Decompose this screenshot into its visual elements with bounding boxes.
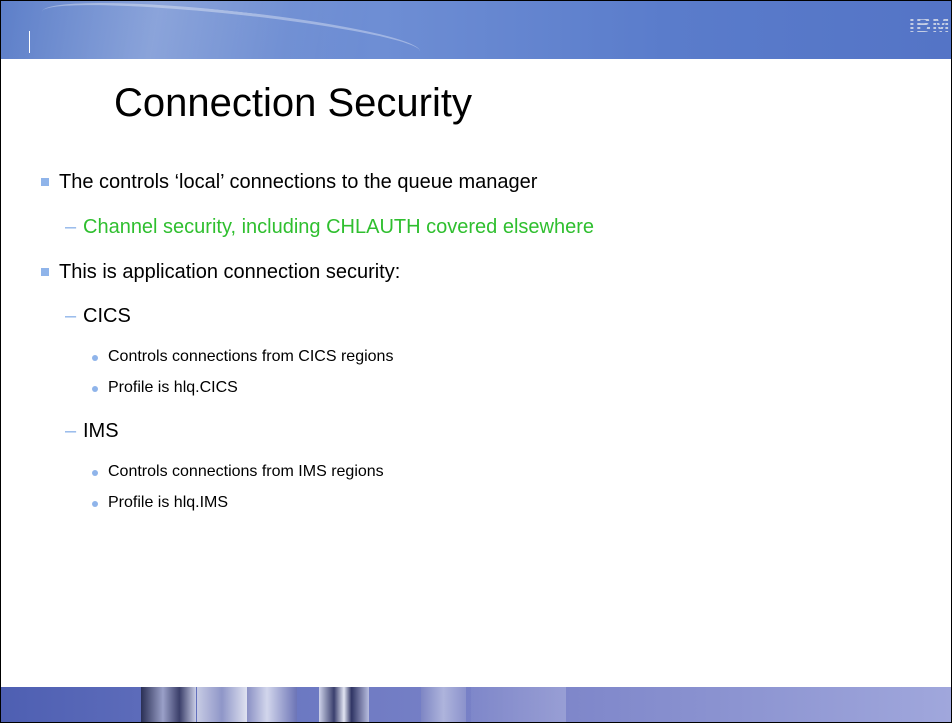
footer-photo-strip: [141, 687, 196, 722]
dot-bullet-icon: [92, 470, 98, 476]
bullet-text: IMS: [83, 420, 119, 442]
dash-bullet-icon: –: [65, 216, 77, 238]
dash-bullet-icon: –: [65, 305, 77, 327]
bullet-text: CICS: [83, 305, 131, 327]
bullet-text: The controls ‘local’ connections to the …: [59, 171, 538, 193]
dash-bullet-icon: –: [65, 420, 77, 442]
footer-photo-strip: [319, 687, 369, 722]
footer-photo-strip: [247, 687, 297, 722]
slide: IBM Connection Security The controls ‘lo…: [0, 0, 952, 723]
bullet-text: Profile is hlq.CICS: [108, 379, 238, 396]
footer-photo-strip: [471, 687, 566, 722]
header-bar: IBM: [1, 1, 951, 59]
bullet-text: Channel security, including CHLAUTH cove…: [83, 216, 594, 238]
footer-bar: [1, 687, 951, 722]
header-tick-mark: [29, 31, 30, 53]
bullet-text: Controls connections from CICS regions: [108, 348, 394, 365]
bullet-text: This is application connection security:: [59, 261, 401, 283]
footer-photo-strip: [197, 687, 247, 722]
dot-bullet-icon: [92, 355, 98, 361]
bullet-text: Controls connections from IMS regions: [108, 463, 384, 480]
ibm-logo: IBM: [909, 14, 951, 37]
slide-title: Connection Security: [114, 81, 472, 125]
dot-bullet-icon: [92, 386, 98, 392]
footer-photo-strip: [421, 687, 466, 722]
bullet-text: Profile is hlq.IMS: [108, 494, 229, 511]
square-bullet-icon: [41, 268, 49, 276]
dot-bullet-icon: [92, 501, 98, 507]
square-bullet-icon: [41, 178, 49, 186]
